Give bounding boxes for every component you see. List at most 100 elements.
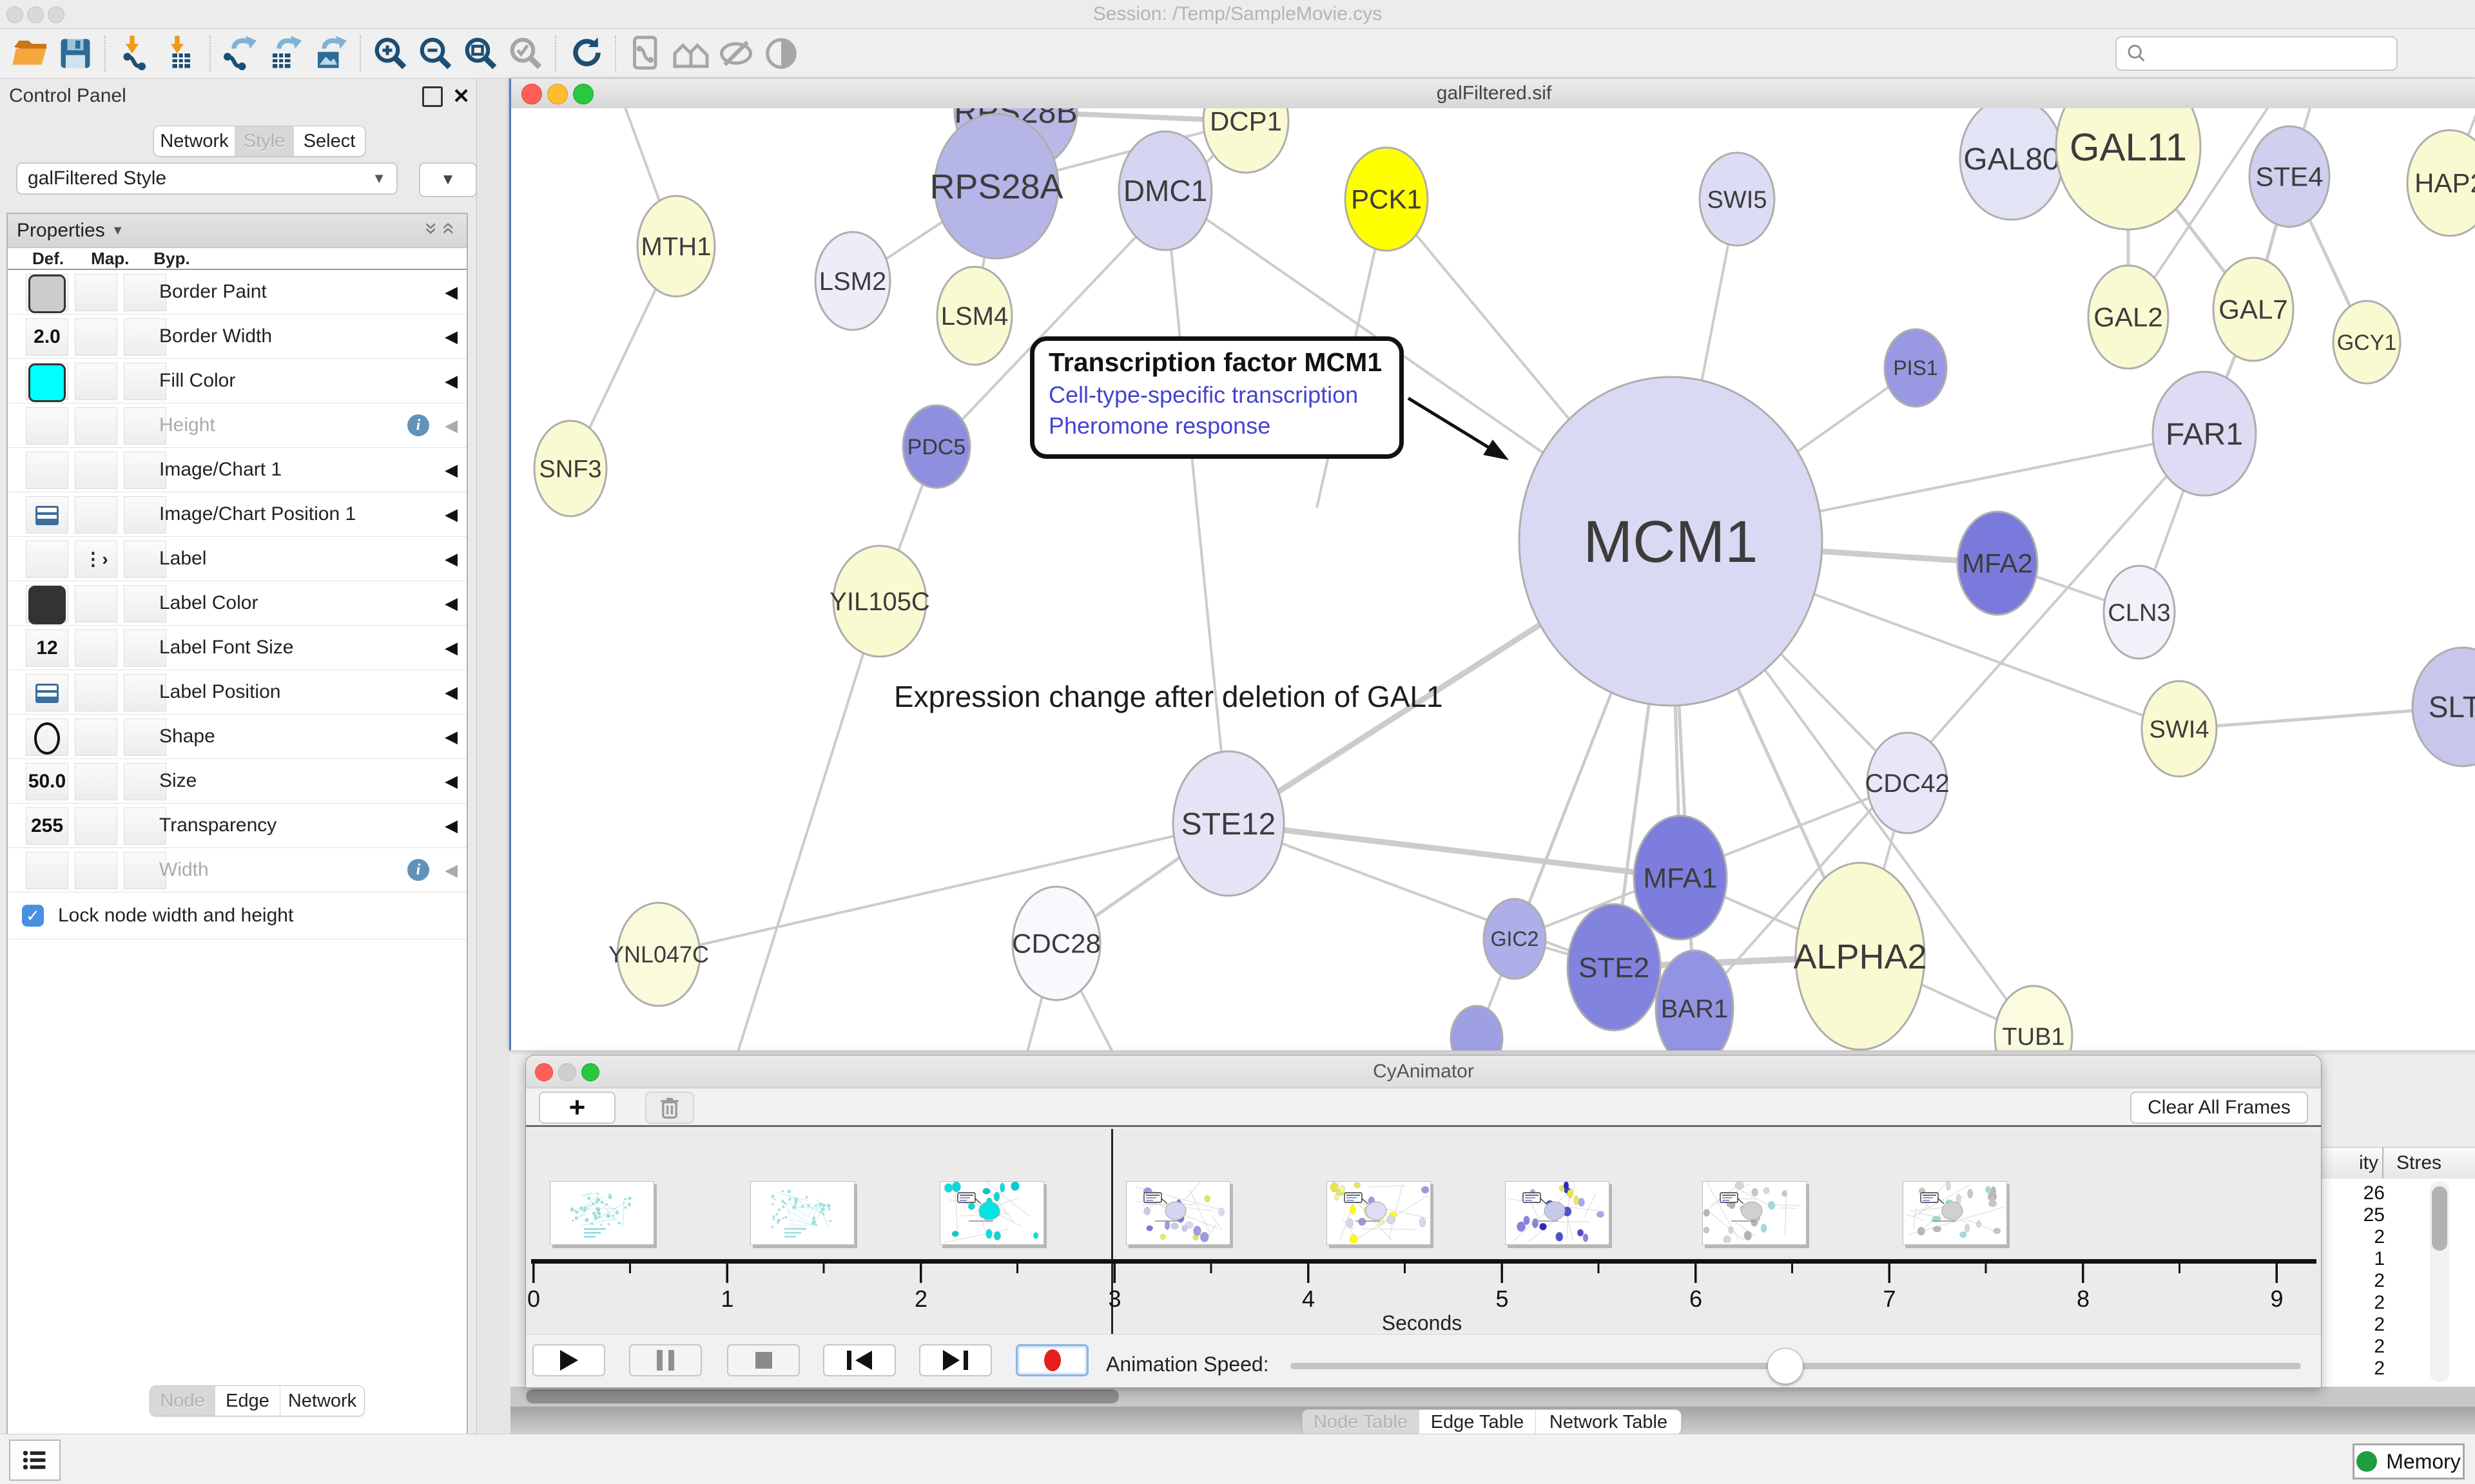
default-value-cell[interactable] — [26, 585, 68, 622]
network-file-icon[interactable] — [623, 33, 668, 74]
frame-thumbnail-2[interactable] — [750, 1181, 855, 1245]
zoom-fit-icon[interactable] — [458, 33, 503, 74]
export-image-icon[interactable] — [308, 33, 353, 74]
import-network-icon[interactable] — [113, 33, 158, 74]
default-value-cell[interactable] — [26, 674, 68, 711]
stop-button[interactable] — [727, 1344, 800, 1376]
record-button[interactable] — [1016, 1344, 1089, 1376]
default-value-cell[interactable] — [26, 452, 68, 489]
task-history-button[interactable] — [9, 1440, 61, 1481]
expand-property-icon[interactable]: ◀ — [445, 860, 458, 880]
minimize-traffic-light[interactable] — [547, 84, 568, 104]
collapse-all-icon[interactable]: « — [436, 222, 461, 240]
mapping-cell[interactable] — [75, 718, 117, 756]
node-gcy1[interactable]: GCY1 — [2333, 301, 2400, 383]
frame-thumbnail-5[interactable] — [1326, 1181, 1431, 1245]
table-horizontal-scrollbar[interactable] — [510, 1387, 2475, 1407]
node-yil105c[interactable]: YIL105C — [830, 546, 930, 657]
frame-thumbnail-7[interactable] — [1702, 1181, 1807, 1245]
frame-thumbnail-4[interactable] — [1126, 1181, 1230, 1245]
mapping-cell[interactable] — [75, 630, 117, 667]
node-bot1[interactable] — [1451, 1006, 1502, 1050]
expand-property-icon[interactable]: ◀ — [445, 638, 458, 658]
mapping-cell[interactable] — [75, 452, 117, 489]
node-gal7[interactable]: GAL7 — [2213, 258, 2293, 361]
node-dmc1[interactable]: DMC1 — [1119, 131, 1212, 250]
cyanimator-timeline[interactable]: 0123456789Seconds — [526, 1129, 2321, 1333]
node-mth1[interactable]: MTH1 — [637, 196, 715, 296]
zoom-traffic-light[interactable] — [48, 6, 64, 23]
tab-style[interactable]: Style — [235, 126, 294, 156]
style-dropdown[interactable]: galFiltered Style ▼ — [16, 162, 398, 195]
mapping-cell[interactable] — [75, 585, 117, 622]
memory-button[interactable]: Memory — [2353, 1443, 2465, 1479]
zoom-traffic-light[interactable] — [573, 84, 594, 104]
mapping-cell[interactable] — [75, 318, 117, 356]
home-group-icon[interactable] — [668, 33, 713, 74]
search-input[interactable] — [2115, 36, 2398, 71]
save-icon[interactable] — [53, 33, 98, 74]
mapping-cell[interactable] — [75, 496, 117, 534]
node-cdc28[interactable]: CDC28 — [1012, 887, 1101, 1000]
node-cln3[interactable]: CLN3 — [2104, 566, 2175, 659]
tab-network-table[interactable]: Network Table — [1536, 1410, 1681, 1434]
default-value-cell[interactable]: 255 — [26, 807, 68, 845]
node-pck1[interactable]: PCK1 — [1345, 148, 1428, 251]
default-value-cell[interactable]: 2.0 — [26, 318, 68, 356]
refresh-layout-icon[interactable] — [563, 33, 608, 74]
delete-frame-button[interactable] — [645, 1092, 694, 1124]
expand-property-icon[interactable]: ◀ — [445, 549, 458, 569]
node-ste2[interactable]: STE2 — [1568, 904, 1660, 1030]
table-column-header[interactable]: ity — [2320, 1148, 2383, 1179]
property-row-border-paint[interactable]: Border Paint◀ — [8, 270, 467, 314]
default-value-cell[interactable] — [26, 541, 68, 578]
add-frame-button[interactable]: + — [539, 1092, 616, 1124]
property-row-label-position[interactable]: Label Position◀ — [8, 670, 467, 715]
table-column-header[interactable]: Stres — [2385, 1148, 2441, 1179]
node-swi5[interactable]: SWI5 — [1700, 153, 1774, 246]
mapping-cell[interactable] — [75, 363, 117, 400]
node-tub1[interactable]: TUB1 — [1995, 986, 2072, 1050]
default-value-cell[interactable]: 50.0 — [26, 763, 68, 800]
color-swatch[interactable] — [28, 363, 66, 402]
table-vertical-scrollbar[interactable] — [2430, 1181, 2449, 1382]
annotation-link-2[interactable]: Pheromone response — [1049, 412, 1399, 439]
expand-property-icon[interactable]: ◀ — [445, 771, 458, 791]
hide-detail-icon[interactable] — [713, 33, 759, 74]
property-row-transparency[interactable]: 255Transparency◀ — [8, 804, 467, 848]
node-ynl047c[interactable]: YNL047C — [608, 903, 709, 1006]
style-options-button[interactable]: ▼ — [419, 162, 477, 197]
tab-select[interactable]: Select — [294, 126, 365, 156]
node-mfa1[interactable]: MFA1 — [1634, 816, 1727, 940]
cyanimator-titlebar[interactable]: CyAnimator — [526, 1055, 2321, 1088]
default-value-cell[interactable] — [26, 496, 68, 534]
export-network-icon[interactable] — [218, 33, 263, 74]
tab-node-table[interactable]: Node Table — [1303, 1410, 1419, 1434]
close-traffic-light[interactable] — [6, 6, 23, 23]
mapping-cell[interactable] — [75, 852, 117, 889]
lock-node-size-row[interactable]: ✓ Lock node width and height — [8, 892, 467, 940]
tab-network[interactable]: Network — [154, 126, 235, 156]
node-lsm4[interactable]: LSM4 — [937, 267, 1012, 365]
default-value-cell[interactable] — [26, 274, 68, 311]
open-folder-icon[interactable] — [8, 33, 53, 74]
import-table-icon[interactable] — [158, 33, 203, 74]
lock-checkbox[interactable]: ✓ — [22, 905, 44, 927]
info-icon[interactable]: i — [407, 414, 429, 436]
node-snf3[interactable]: SNF3 — [534, 421, 607, 516]
expand-property-icon[interactable]: ◀ — [445, 282, 458, 302]
default-value-cell[interactable] — [26, 852, 68, 889]
play-button[interactable] — [532, 1344, 605, 1376]
property-row-shape[interactable]: Shape◀ — [8, 715, 467, 759]
zoom-traffic-light[interactable] — [581, 1063, 599, 1081]
frame-thumbnail-6[interactable] — [1505, 1181, 1609, 1245]
close-traffic-light[interactable] — [521, 84, 542, 104]
previous-frame-button[interactable] — [823, 1344, 896, 1376]
node-gal2[interactable]: GAL2 — [2088, 265, 2168, 369]
node-slt2[interactable]: SLT2 — [2412, 648, 2475, 766]
next-frame-button[interactable] — [919, 1344, 992, 1376]
property-row-border-width[interactable]: 2.0Border Width◀ — [8, 314, 467, 359]
node-ste12[interactable]: STE12 — [1173, 751, 1284, 896]
mapping-cell[interactable] — [75, 274, 117, 311]
close-panel-icon[interactable]: ✕ — [452, 84, 470, 108]
